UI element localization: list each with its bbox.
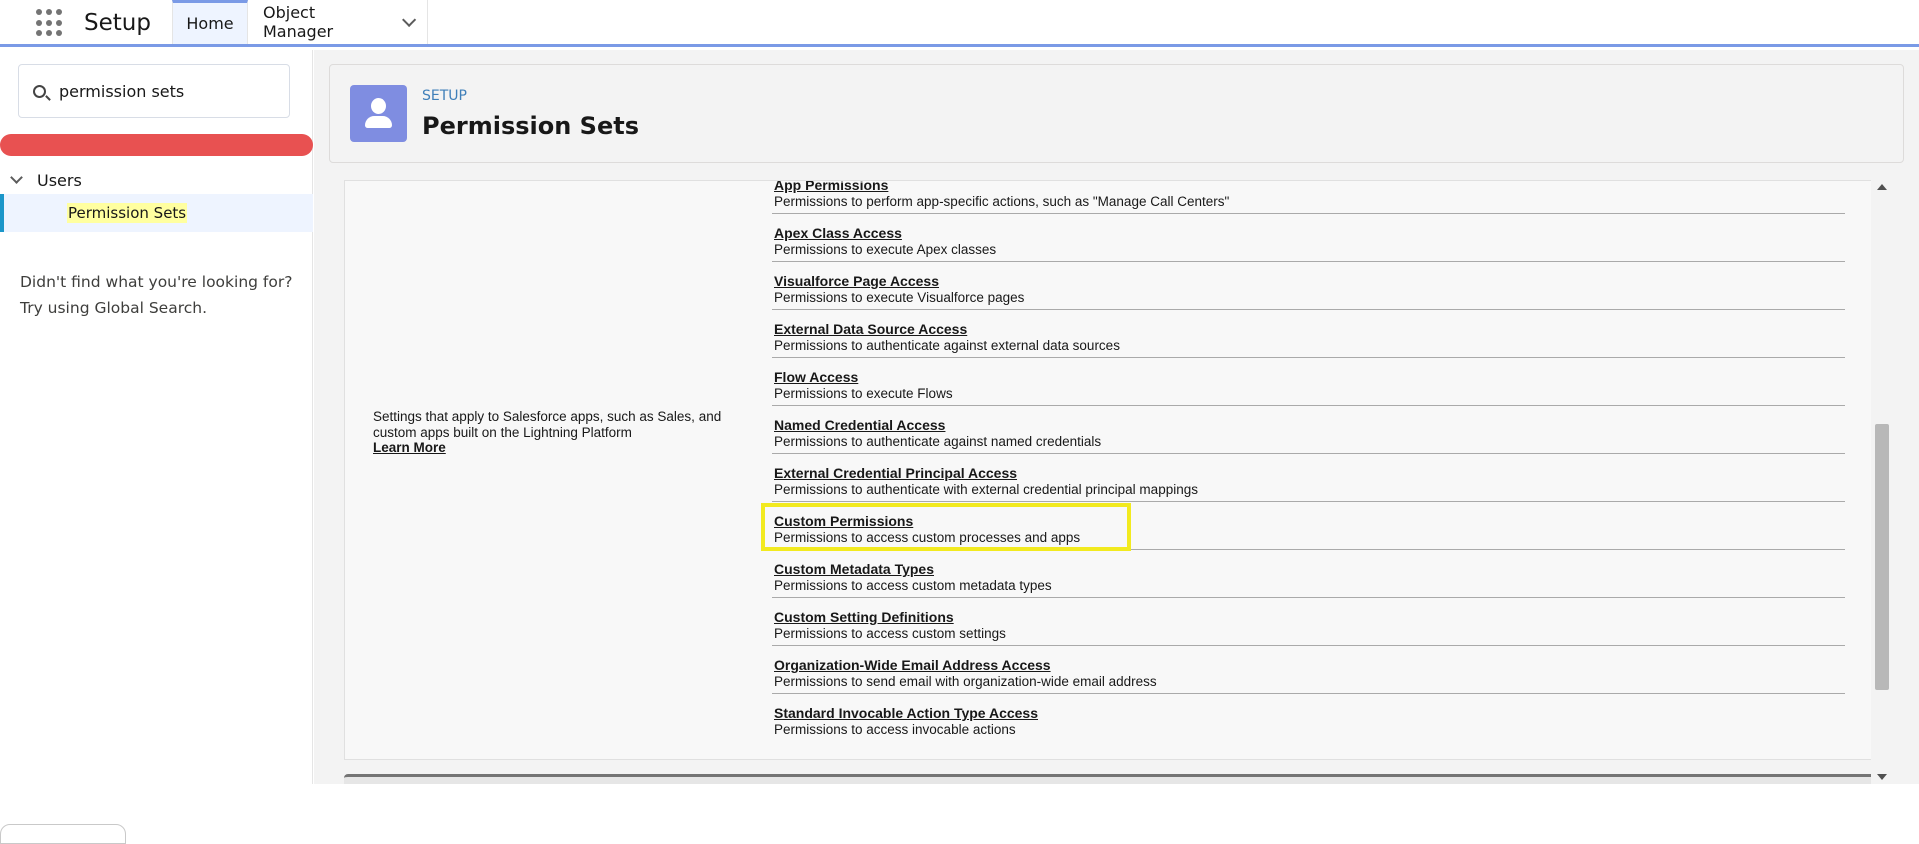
scroll-up-arrow-icon[interactable]	[1877, 184, 1887, 190]
list-item: App Permissions Permissions to perform a…	[772, 181, 1845, 214]
permission-description: Permissions to perform app-specific acti…	[774, 194, 1230, 209]
sidebar-item-permission-sets[interactable]: Permission Sets	[0, 194, 313, 232]
feedback-tab[interactable]	[0, 824, 126, 844]
apex-class-access-link[interactable]: Apex Class Access	[774, 226, 1845, 241]
tree-group-users-label: Users	[37, 170, 82, 190]
sidebar-item-permission-sets-label: Permission Sets	[67, 203, 188, 223]
app-title: Setup	[84, 10, 151, 36]
visualforce-page-access-link[interactable]: Visualforce Page Access	[774, 274, 1845, 289]
permission-description: Permissions to access custom metadata ty…	[774, 578, 1052, 593]
global-search-hint-line1: Didn't find what you're looking for?	[20, 273, 293, 291]
app-launcher-icon[interactable]	[36, 9, 64, 37]
permission-description: Permissions to authenticate against name…	[774, 434, 1102, 449]
permission-description: Permissions to access custom settings	[774, 626, 1006, 641]
external-credential-principal-access-link[interactable]: External Credential Principal Access	[774, 466, 1845, 481]
custom-setting-definitions-link[interactable]: Custom Setting Definitions	[774, 610, 1845, 625]
list-item: Flow Access Permissions to execute Flows	[772, 358, 1845, 406]
list-item: Standard Invocable Action Type Access Pe…	[772, 694, 1845, 742]
tab-object-manager-label: Object Manager	[263, 3, 334, 41]
user-icon	[350, 85, 407, 142]
app-settings-section: Settings that apply to Salesforce apps, …	[344, 180, 1875, 760]
custom-permissions-link[interactable]: Custom Permissions	[774, 514, 1845, 529]
permission-list: App Permissions Permissions to perform a…	[761, 181, 1845, 742]
search-icon	[33, 85, 46, 98]
external-data-source-access-link[interactable]: External Data Source Access	[774, 322, 1845, 337]
permission-description: Permissions to access invocable actions	[774, 722, 1016, 737]
section-description: Settings that apply to Salesforce apps, …	[373, 409, 748, 456]
main-content: SETUP Permission Sets Settings that appl…	[314, 50, 1919, 784]
permission-description: Permissions to authenticate against exte…	[774, 338, 1120, 353]
permission-description: Permissions to authenticate with externa…	[774, 482, 1198, 497]
breadcrumb: SETUP	[422, 88, 467, 104]
list-item: External Data Source Access Permissions …	[772, 310, 1845, 358]
chevron-down-icon[interactable]	[402, 12, 417, 27]
list-item: External Credential Principal Access Per…	[772, 454, 1845, 502]
setup-sidebar: Users Permission Sets Didn't find what y…	[0, 50, 313, 844]
global-search-hint-line2: Try using Global Search.	[20, 299, 208, 317]
quick-find-box[interactable]	[18, 64, 290, 118]
global-header: Setup Home Object Manager	[0, 0, 1919, 47]
learn-more-link[interactable]: Learn More	[373, 440, 748, 456]
list-item: Visualforce Page Access Permissions to e…	[772, 262, 1845, 310]
list-item: Custom Permissions Permissions to access…	[761, 502, 1845, 551]
quick-find-clear-bar	[0, 134, 313, 156]
scroll-down-arrow-icon[interactable]	[1877, 774, 1887, 780]
list-item: Organization-Wide Email Address Access P…	[772, 646, 1845, 694]
global-search-hint: Didn't find what you're looking for? Try…	[20, 269, 300, 321]
quick-find-input[interactable]	[59, 79, 279, 103]
permission-description: Permissions to access custom processes a…	[774, 530, 1081, 545]
list-item: Custom Metadata Types Permissions to acc…	[772, 550, 1845, 598]
tab-object-manager[interactable]: Object Manager	[248, 0, 428, 44]
permission-description: Permissions to execute Visualforce pages	[774, 290, 1025, 305]
next-section-edge	[344, 774, 1875, 784]
tree-group-users[interactable]: Users	[10, 168, 82, 192]
page-title: Permission Sets	[422, 112, 639, 140]
vertical-scrollbar[interactable]	[1871, 180, 1893, 784]
section-description-text: Settings that apply to Salesforce apps, …	[373, 409, 722, 440]
flow-access-link[interactable]: Flow Access	[774, 370, 1845, 385]
standard-invocable-action-type-access-link[interactable]: Standard Invocable Action Type Access	[774, 706, 1845, 721]
org-wide-email-address-access-link[interactable]: Organization-Wide Email Address Access	[774, 658, 1845, 673]
app-permissions-link[interactable]: App Permissions	[774, 181, 1845, 193]
scrollbar-thumb[interactable]	[1875, 424, 1889, 690]
permission-description: Permissions to execute Flows	[774, 386, 953, 401]
chevron-down-icon[interactable]	[10, 171, 23, 184]
permission-description: Permissions to execute Apex classes	[774, 242, 997, 257]
list-item: Apex Class Access Permissions to execute…	[772, 214, 1845, 262]
tab-home[interactable]: Home	[172, 0, 248, 44]
list-item: Named Credential Access Permissions to a…	[772, 406, 1845, 454]
tab-home-label: Home	[186, 14, 234, 33]
named-credential-access-link[interactable]: Named Credential Access	[774, 418, 1845, 433]
permission-description: Permissions to send email with organizat…	[774, 674, 1157, 689]
page-header: SETUP Permission Sets	[329, 64, 1904, 163]
custom-metadata-types-link[interactable]: Custom Metadata Types	[774, 562, 1845, 577]
list-item: Custom Setting Definitions Permissions t…	[772, 598, 1845, 646]
